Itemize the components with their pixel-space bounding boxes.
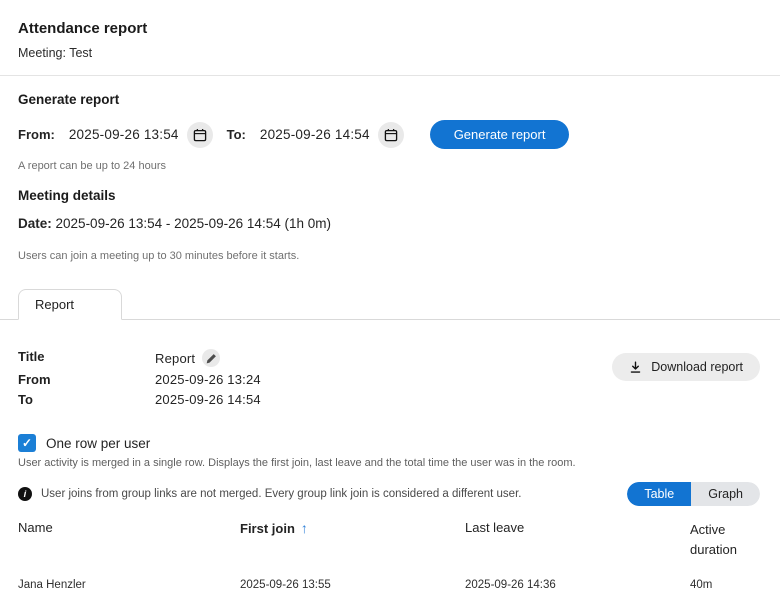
- calendar-icon: [384, 128, 398, 142]
- report-meta-row: Title Report From 2025-09-26 13:24 To 20…: [18, 349, 760, 407]
- tab-report[interactable]: Report: [18, 289, 122, 320]
- page-header: Attendance report Meeting: Test: [0, 0, 780, 60]
- one-row-per-user-checkbox[interactable]: ✓: [18, 434, 36, 452]
- report-duration-hint: A report can be up to 24 hours: [18, 160, 762, 172]
- date-label: Date:: [18, 216, 52, 231]
- info-icon: i: [18, 487, 32, 501]
- from-label: From:: [18, 127, 55, 142]
- meeting-subtitle: Meeting: Test: [18, 46, 762, 60]
- report-to-value: 2025-09-26 14:54: [155, 392, 261, 407]
- calendar-icon: [193, 128, 207, 142]
- meeting-details-section: Meeting details Date: 2025-09-26 13:54 -…: [0, 188, 780, 262]
- report-panel: Title Report From 2025-09-26 13:24 To 20…: [0, 349, 780, 597]
- to-calendar-button[interactable]: [378, 122, 404, 148]
- download-icon: [629, 361, 642, 374]
- info-and-view-toggle-row: i User joins from group links are not me…: [18, 482, 760, 506]
- checkmark-icon: ✓: [22, 436, 32, 450]
- download-report-button[interactable]: Download report: [612, 353, 760, 381]
- one-row-per-user-row: ✓ One row per user: [18, 434, 760, 452]
- table-row: Jana Henzler 2025-09-26 13:55 2025-09-26…: [18, 560, 760, 591]
- date-value: 2025-09-26 13:54 - 2025-09-26 14:54 (1h …: [56, 216, 331, 231]
- report-to-label: To: [18, 392, 155, 407]
- page-title: Attendance report: [18, 20, 762, 37]
- to-label: To:: [227, 127, 246, 142]
- edit-title-button[interactable]: [202, 349, 220, 367]
- column-header-first-join[interactable]: First join↑: [240, 520, 465, 536]
- one-row-per-user-label[interactable]: One row per user: [46, 436, 150, 451]
- generate-report-section: Generate report From: 2025-09-26 13:54 T…: [0, 92, 780, 172]
- report-title-value: Report: [155, 351, 195, 366]
- view-toggle-table[interactable]: Table: [627, 482, 691, 506]
- report-from-value: 2025-09-26 13:24: [155, 372, 261, 387]
- join-early-note: Users can join a meeting up to 30 minute…: [18, 250, 762, 262]
- view-toggle-graph[interactable]: Graph: [691, 482, 760, 506]
- report-title-value-row: Report: [155, 349, 261, 367]
- tab-bar: Report: [0, 288, 780, 320]
- to-datetime-value[interactable]: 2025-09-26 14:54: [260, 127, 370, 142]
- sort-ascending-icon: ↑: [301, 520, 308, 536]
- download-report-label: Download report: [651, 360, 743, 374]
- column-header-last-leave[interactable]: Last leave: [465, 520, 690, 535]
- attendance-report-page: Attendance report Meeting: Test Generate…: [0, 0, 780, 597]
- from-calendar-button[interactable]: [187, 122, 213, 148]
- meeting-details-heading: Meeting details: [18, 188, 762, 203]
- column-header-name[interactable]: Name: [18, 520, 240, 535]
- cell-name: Jana Henzler: [18, 579, 240, 591]
- header-divider: [0, 75, 780, 76]
- pencil-icon: [206, 353, 217, 364]
- group-links-note: User joins from group links are not merg…: [41, 488, 521, 500]
- cell-last-leave: 2025-09-26 14:36: [465, 579, 690, 591]
- table-row: Eddie Example 2025-09-26 13:56 2025-09-2…: [18, 591, 760, 597]
- generate-report-button[interactable]: Generate report: [430, 120, 570, 149]
- cell-active-duration: 40m: [690, 579, 760, 591]
- report-from-label: From: [18, 372, 155, 387]
- report-title-label: Title: [18, 349, 155, 367]
- one-row-description: User activity is merged in a single row.…: [18, 457, 760, 469]
- meeting-date-line: Date: 2025-09-26 13:54 - 2025-09-26 14:5…: [18, 216, 762, 231]
- table-header-row: Name First join↑ Last leave Active durat…: [18, 520, 760, 560]
- view-toggle: Table Graph: [627, 482, 760, 506]
- attendance-table: Name First join↑ Last leave Active durat…: [18, 520, 760, 597]
- from-datetime-value[interactable]: 2025-09-26 13:54: [69, 127, 179, 142]
- generate-controls-row: From: 2025-09-26 13:54 To: 2025-09-26 14…: [18, 120, 762, 149]
- cell-first-join: 2025-09-26 13:55: [240, 579, 465, 591]
- column-header-active-duration[interactable]: Active duration: [690, 520, 752, 560]
- generate-report-heading: Generate report: [18, 92, 762, 107]
- report-meta-grid: Title Report From 2025-09-26 13:24 To 20…: [18, 349, 261, 407]
- group-links-note-row: i User joins from group links are not me…: [18, 487, 521, 501]
